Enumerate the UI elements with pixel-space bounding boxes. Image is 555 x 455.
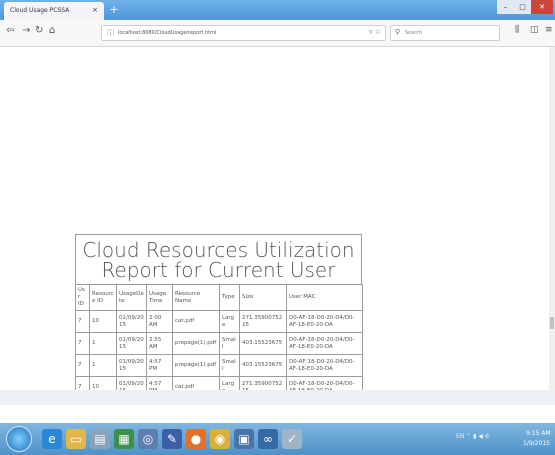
- file-explorer-icon[interactable]: ▭: [66, 429, 86, 449]
- browser-tab-bar: Cloud Usage PCSSA × + – □ ✕: [0, 0, 555, 20]
- cell-user-mac: D0-AF-18-D0-20-D4/D0-AF-18-E0-20-DA: [286, 354, 363, 377]
- column-header: UsageDate: [116, 284, 147, 311]
- cell-user-id: 7: [75, 310, 90, 333]
- cell-usage-time: 2:55 AM: [146, 332, 173, 355]
- window-close-button[interactable]: ✕: [531, 0, 553, 14]
- cell-usage-time: 2:00 AM: [146, 310, 173, 333]
- library-icon[interactable]: ⫼: [515, 25, 519, 35]
- window-minimize-button[interactable]: –: [497, 0, 514, 14]
- navigation-bar: ⇦ → ↻ ⌂ ⓘ localhost:8080/CloudUsage/repo…: [0, 20, 555, 47]
- document-app-icon[interactable]: ▤: [90, 429, 110, 449]
- spreadsheet-app-icon[interactable]: ▦: [114, 429, 134, 449]
- search-input[interactable]: ⚲ Search: [390, 25, 500, 41]
- firefox-icon[interactable]: ●: [186, 429, 206, 449]
- cell-type: Small: [219, 354, 240, 377]
- column-header: Size: [239, 284, 287, 311]
- internet-explorer-icon[interactable]: e: [42, 429, 62, 449]
- cell-user-id: 7: [75, 354, 90, 377]
- column-header: User MAC: [286, 284, 363, 311]
- cell-resource-id: 1: [89, 332, 117, 355]
- column-header: Type: [219, 284, 240, 311]
- cell-type: Large: [219, 310, 240, 333]
- cell-size: 271.3590075215: [239, 310, 287, 333]
- tool-app-icon[interactable]: ✓: [282, 429, 302, 449]
- tab-title: Cloud Usage PCSSA: [10, 7, 70, 14]
- window-maximize-button[interactable]: □: [514, 0, 531, 14]
- forward-icon[interactable]: →: [22, 25, 30, 36]
- cell-user-id: 7: [75, 332, 90, 355]
- clock-date[interactable]: 1/9/2015: [523, 440, 550, 447]
- search-placeholder: Search: [405, 30, 423, 36]
- taskbar: e ▭ ▤ ▦ ◎ ✎ ● ◉ ▣ ∞ ✓ EN ⌃ ▮ ◀ ✆ 9:15 AM…: [0, 423, 555, 455]
- table-row: 7 1 01/09/2015 2:55 AM prepage(1).pdf Sm…: [75, 332, 363, 355]
- search-icon: ⚲: [395, 28, 401, 36]
- tab-close-icon[interactable]: ×: [92, 6, 98, 14]
- scrollbar-thumb[interactable]: [550, 317, 554, 329]
- cell-usage-time: 4:57 PM: [146, 354, 173, 377]
- bookmark-star-icon[interactable]: ▿ ☆: [369, 28, 381, 36]
- clock-time[interactable]: 9:15 AM: [526, 430, 551, 437]
- cell-user-mac: D0-AF-18-D0-20-D4/D0-AF-18-E0-20-DA: [286, 332, 363, 355]
- status-band: [0, 390, 555, 405]
- cell-usage-date: 01/09/2015: [116, 354, 147, 377]
- cell-usage-date: 01/09/2015: [116, 332, 147, 355]
- table-row: 7 1 01/09/2015 4:57 PM prepage(1).pdf Sm…: [75, 354, 363, 377]
- report-table: Usr ID Resource ID UsageDate Usage Time …: [75, 284, 363, 399]
- address-bar[interactable]: ⓘ localhost:8080/CloudUsage/report.html …: [101, 25, 386, 41]
- cell-resource-id: 1: [89, 354, 117, 377]
- address-text[interactable]: localhost:8080/CloudUsage/report.html: [118, 30, 216, 36]
- cell-resource-name: prepage(1).pdf: [172, 332, 220, 355]
- table-row: 7 10 01/09/2015 2:00 AM cat.pdf Large 27…: [75, 310, 363, 333]
- home-icon[interactable]: ⌂: [49, 25, 55, 36]
- column-header: Usr ID: [75, 284, 90, 311]
- start-button[interactable]: [6, 426, 32, 452]
- reload-icon[interactable]: ↻: [35, 25, 43, 36]
- column-header: Usage Time: [146, 284, 173, 311]
- sidebar-icon[interactable]: ◫: [530, 25, 539, 35]
- link-app-icon[interactable]: ∞: [258, 429, 278, 449]
- cell-resource-name: prepage(1).pdf: [172, 354, 220, 377]
- chrome-icon[interactable]: ◉: [210, 429, 230, 449]
- report-title: Cloud Resources Utilization Report for C…: [75, 234, 362, 284]
- window-app-icon[interactable]: ▣: [234, 429, 254, 449]
- media-app-icon[interactable]: ◎: [138, 429, 158, 449]
- cell-resource-id: 10: [89, 310, 117, 333]
- report-section: Cloud Resources Utilization Report for C…: [75, 234, 363, 399]
- new-tab-button[interactable]: +: [106, 3, 122, 17]
- info-icon[interactable]: ⓘ: [107, 28, 114, 38]
- table-header-row: Usr ID Resource ID UsageDate Usage Time …: [75, 284, 363, 311]
- cell-user-mac: D0-AF-18-D0-20-D4/D0-AF-18-E0-20-DA: [286, 310, 363, 333]
- column-header: Resource ID: [89, 284, 117, 311]
- column-header: Resource Name: [172, 284, 220, 311]
- cell-size: 403.15523675: [239, 332, 287, 355]
- browser-tab[interactable]: Cloud Usage PCSSA ×: [4, 2, 104, 20]
- vertical-scrollbar[interactable]: [549, 47, 555, 390]
- cell-usage-date: 01/09/2015: [116, 310, 147, 333]
- cell-type: Small: [219, 332, 240, 355]
- back-icon[interactable]: ⇦: [6, 25, 14, 36]
- menu-icon[interactable]: ≡: [545, 25, 553, 35]
- editor-app-icon[interactable]: ✎: [162, 429, 182, 449]
- cell-resource-name: cat.pdf: [172, 310, 220, 333]
- system-tray[interactable]: EN ⌃ ▮ ◀ ✆: [456, 433, 490, 440]
- cell-size: 403.15523675: [239, 354, 287, 377]
